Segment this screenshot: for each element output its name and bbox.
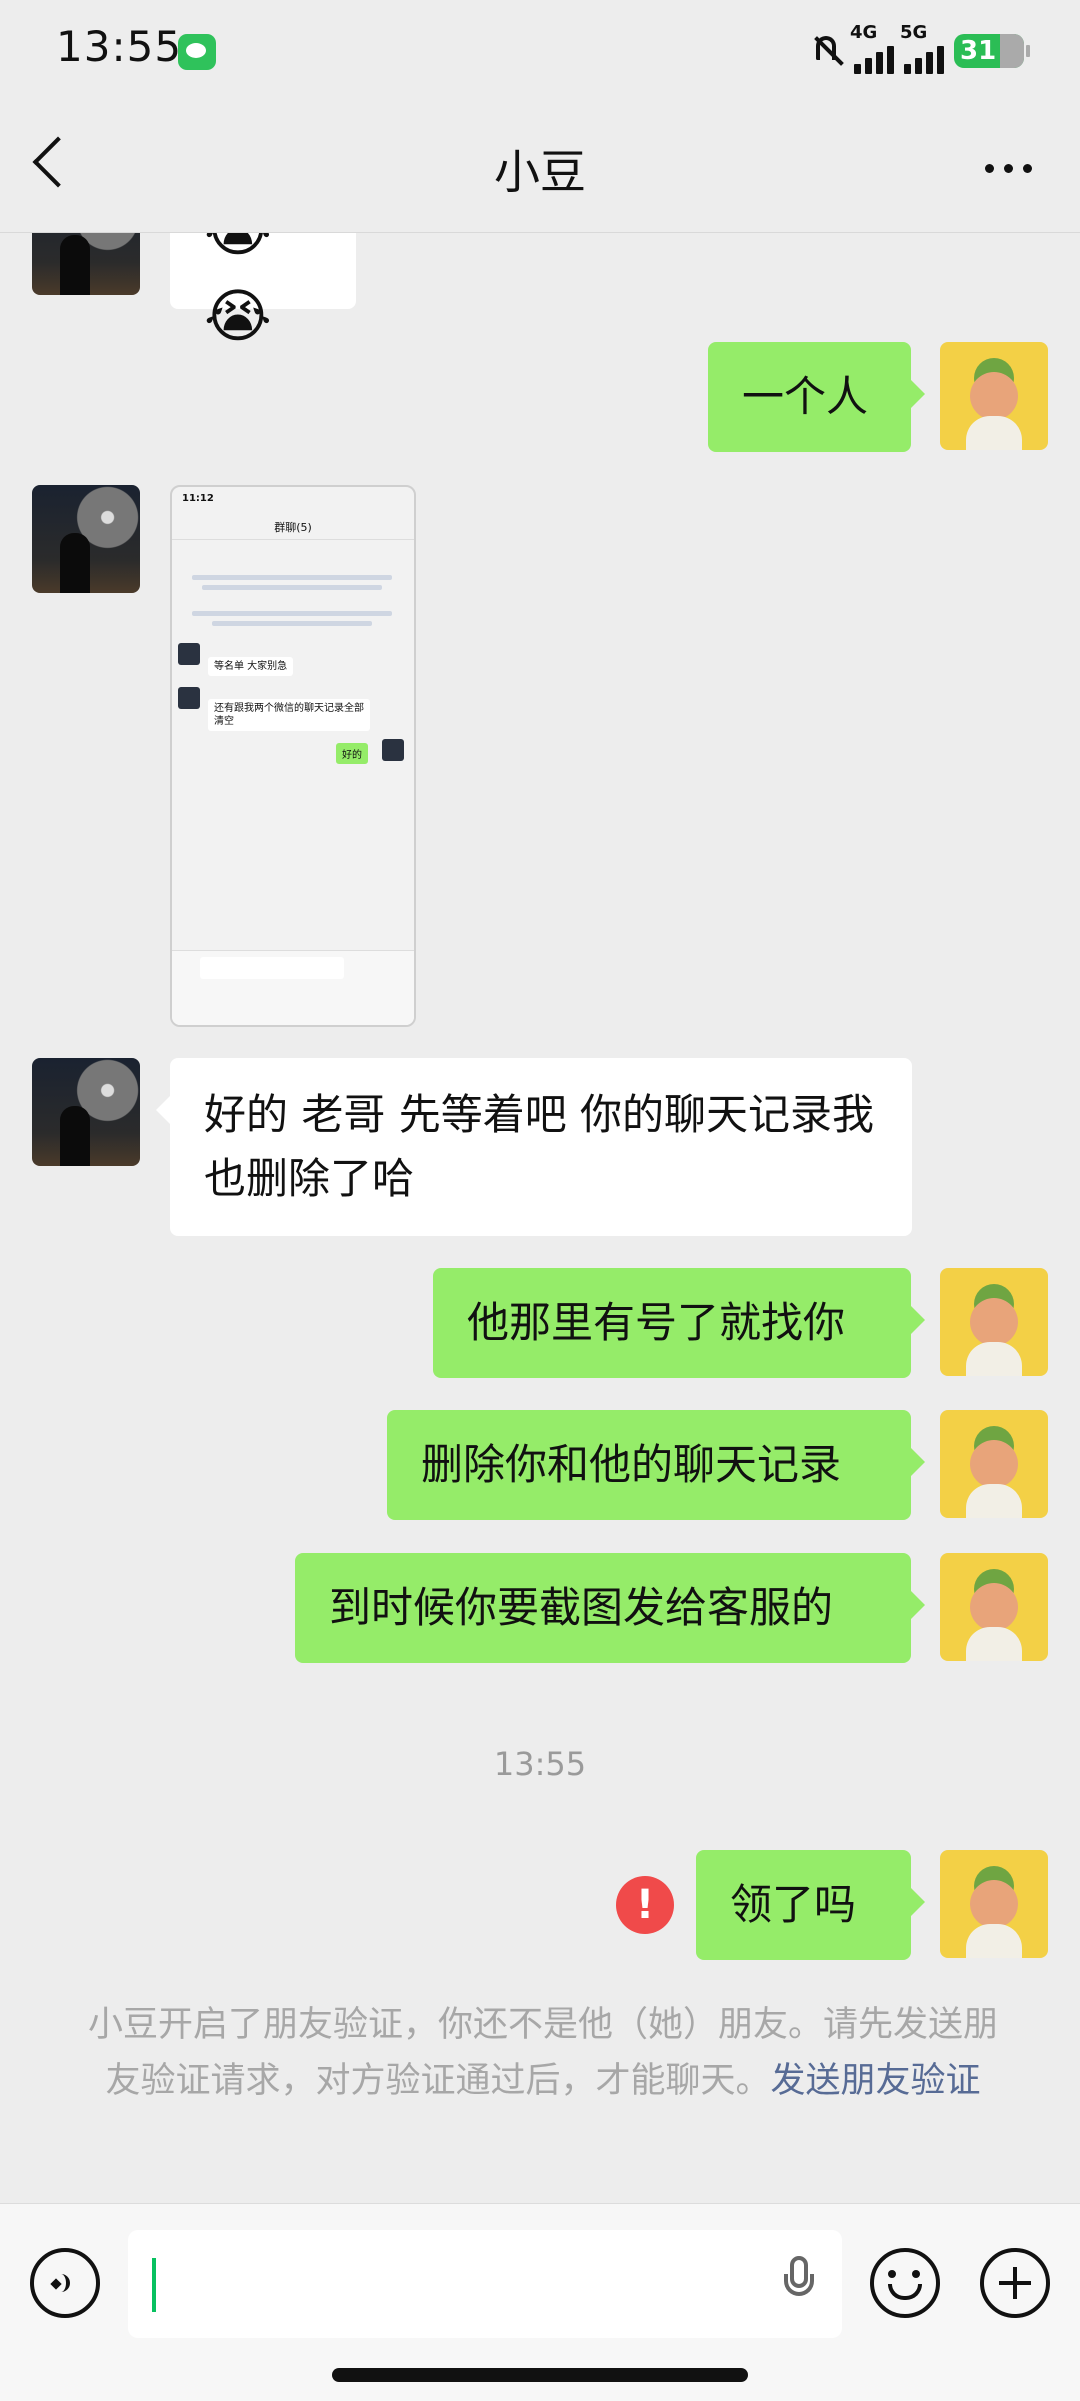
preview-message: 还有跟我两个微信的聊天记录全部清空 <box>208 699 370 731</box>
avatar[interactable] <box>32 485 140 593</box>
microphone-icon[interactable] <box>784 2256 814 2310</box>
avatar[interactable] <box>940 1850 1048 1958</box>
friend-verification-notice: 小豆开启了朋友验证，你还不是他（她）朋友。请先发送朋友验证请求，对方验证通过后，… <box>88 1997 998 2109</box>
message-text: 到时候你要截图发给客服的 <box>329 1583 834 1632</box>
network-label-5g: 5G <box>900 22 928 43</box>
message-bubble[interactable]: 领了吗 <box>696 1850 925 1960</box>
send-failed-icon[interactable]: ! <box>616 1876 674 1934</box>
status-bar: 13:55 4G 5G 31 <box>0 0 1080 100</box>
message-bubble[interactable]: 好的 老哥 先等着吧 你的聊天记录我也删除了哈 <box>156 1058 912 1236</box>
preview-message: 等名单 大家别急 <box>208 657 294 676</box>
message-timestamp: 13:55 <box>493 1745 587 1783</box>
message-list[interactable]: 😭😭 一个人 11:12 群聊(5) 等名单 大家别急 还有跟我两个微信的聊天记… <box>0 233 1080 2203</box>
mute-bell-icon <box>810 33 844 69</box>
avatar[interactable] <box>940 1268 1048 1376</box>
message-bubble[interactable]: 一个人 <box>708 342 925 452</box>
text-cursor <box>152 2258 156 2312</box>
message-text: 他那里有号了就找你 <box>467 1298 846 1347</box>
avatar[interactable] <box>940 342 1048 450</box>
message-bubble[interactable]: 他那里有号了就找你 <box>433 1268 925 1378</box>
more-options-icon[interactable] <box>985 164 1032 173</box>
signal-4g-icon: 4G <box>850 22 894 74</box>
send-verification-link[interactable]: 发送朋友验证 <box>771 2061 981 2101</box>
voice-mode-icon[interactable] <box>30 2248 100 2318</box>
network-label-4g: 4G <box>850 22 878 43</box>
emoji-icon[interactable] <box>870 2248 940 2318</box>
battery-level: 31 <box>960 36 997 66</box>
message-bubble[interactable]: 到时候你要截图发给客服的 <box>295 1553 925 1663</box>
preview-time: 11:12 <box>182 493 214 504</box>
avatar[interactable] <box>32 233 140 295</box>
chat-title: 小豆 <box>494 145 586 199</box>
chat-header: 小豆 <box>0 100 1080 233</box>
message-text: 领了吗 <box>730 1880 857 1929</box>
status-icons: 4G 5G 31 <box>810 22 1030 74</box>
home-indicator[interactable] <box>332 2368 748 2382</box>
avatar[interactable] <box>32 1058 140 1166</box>
message-text: 一个人 <box>742 372 869 421</box>
crying-emoji: 😭😭 <box>204 233 272 350</box>
avatar[interactable] <box>940 1553 1048 1661</box>
preview-title: 群聊(5) <box>274 521 312 534</box>
signal-5g-icon: 5G <box>900 22 944 74</box>
avatar[interactable] <box>940 1410 1048 1518</box>
image-message[interactable]: 11:12 群聊(5) 等名单 大家别急 还有跟我两个微信的聊天记录全部清空 好… <box>170 485 416 1027</box>
message-bubble[interactable]: 😭😭 <box>170 233 356 350</box>
battery-icon: 31 <box>954 34 1030 68</box>
preview-reply: 好的 <box>336 743 368 764</box>
status-time: 13:55 <box>56 22 183 71</box>
message-bubble[interactable]: 删除你和他的聊天记录 <box>387 1410 925 1520</box>
message-input[interactable] <box>128 2230 842 2338</box>
message-text: 好的 老哥 先等着吧 你的聊天记录我也删除了哈 <box>204 1090 875 1203</box>
plus-icon[interactable] <box>980 2248 1050 2318</box>
message-text: 删除你和他的聊天记录 <box>421 1440 842 1489</box>
wechat-notification-icon <box>178 34 216 70</box>
